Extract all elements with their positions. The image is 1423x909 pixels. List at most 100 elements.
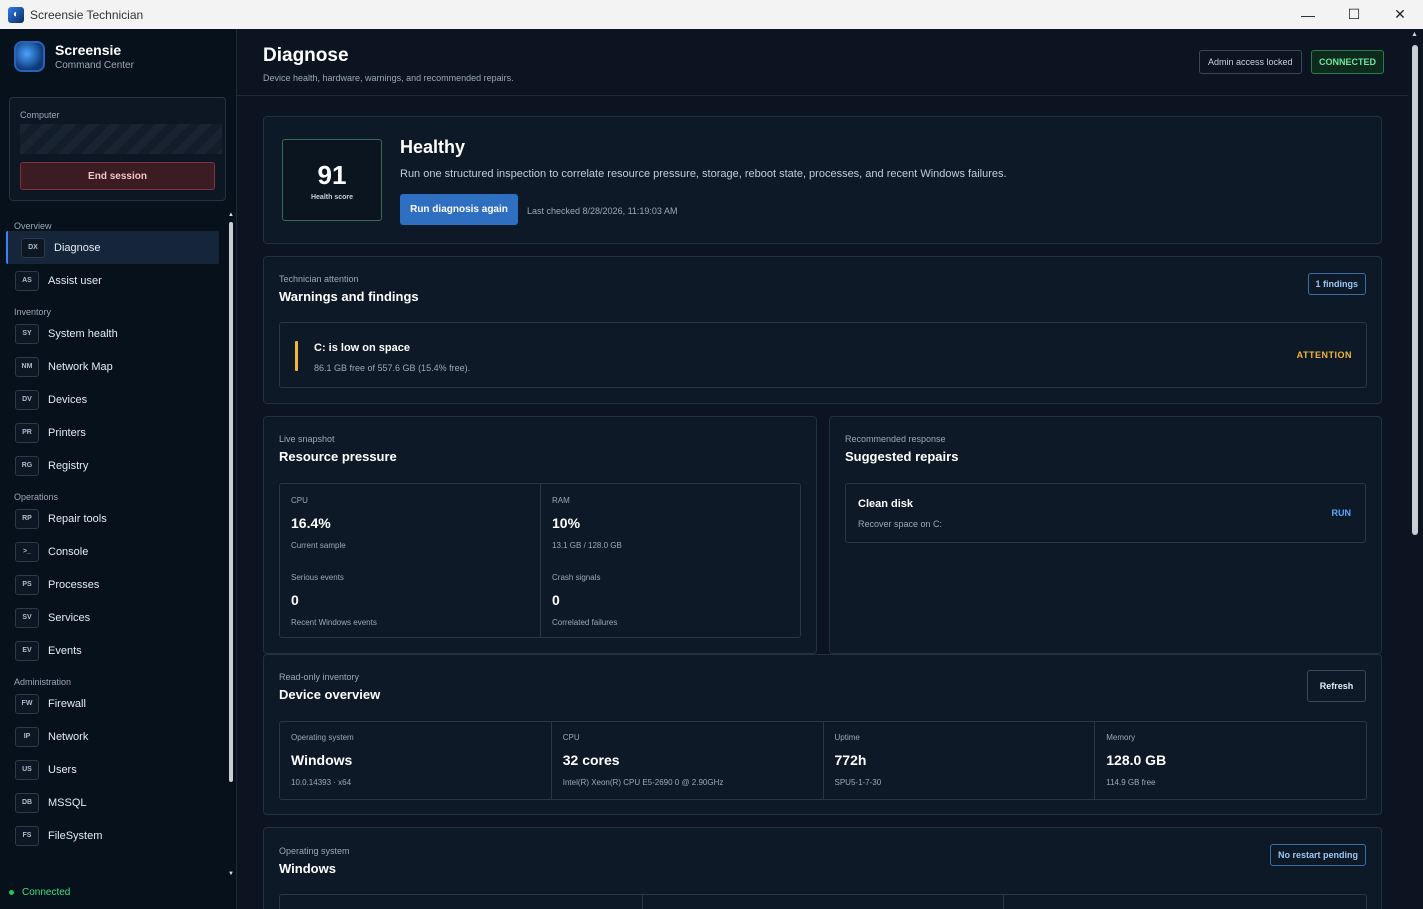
run-diagnosis-button[interactable]: Run diagnosis again [400,194,518,225]
suggested-repairs-card: Recommended response Suggested repairs C… [829,416,1382,654]
device-grid: Operating system Windows 10.0.14393 · x6… [279,721,1367,800]
sidebar-item-label: Processes [48,578,100,591]
sidebar-item-users[interactable]: US Users [0,753,219,786]
main-scroll-thumb[interactable] [1412,45,1418,535]
run-repair-button[interactable]: RUN [1332,508,1352,518]
sidebar-item-processes[interactable]: PS Processes [0,568,219,601]
sidebar-scroll-thumb[interactable] [229,222,233,782]
metric-label: Serious events [291,573,344,582]
sidebar-item-firewall[interactable]: FW Firewall [0,687,219,720]
grid-divider [1003,895,1004,909]
repair-tools-icon: RP [15,508,39,529]
sidebar-item-diagnose[interactable]: DX Diagnose [6,231,219,264]
sidebar-item-filesystem[interactable]: FS FileSystem [0,819,219,852]
network-map-icon: NM [15,356,39,377]
sidebar-item-label: Assist user [48,274,102,287]
sidebar-item-network-map[interactable]: NM Network Map [0,350,219,383]
resource-eyebrow: Live snapshot [279,434,335,444]
health-card: 91 Health score Healthy Run one structur… [263,116,1382,244]
metric-label: RAM [552,496,570,505]
sidebar-item-console[interactable]: >_ Console [0,535,219,568]
sidebar-item-mssql[interactable]: DB MSSQL [0,786,219,819]
nav-group-label: Administration [14,677,72,687]
sidebar-item-label: Repair tools [48,512,107,525]
scroll-up-icon[interactable]: ▲ [227,212,235,218]
cell-sub: 114.9 GB free [1106,778,1156,787]
page-title: Diagnose [263,45,349,66]
title-bar: ◐ Screensie Technician — ☐ ✕ [0,0,1423,29]
repair-title: Clean disk [858,498,914,510]
assist-user-icon: AS [15,270,39,291]
metric-value: 0 [552,592,560,608]
sidebar-item-label: Console [48,545,89,558]
sidebar-item-system-health[interactable]: SY System health [0,317,219,350]
sidebar-item-network[interactable]: IP Network [0,720,219,753]
warning-indicator-icon [295,341,298,371]
printers-icon: PR [15,422,39,443]
sidebar-item-services[interactable]: SV Services [0,601,219,634]
sidebar-item-events[interactable]: EV Events [0,634,219,667]
sidebar-scrollbar[interactable]: ▲ ▼ [227,212,235,877]
sidebar-item-registry[interactable]: RG Registry [0,449,219,482]
cpu-cell: CPU 32 cores Intel(R) Xeon(R) CPU E5-269… [552,722,824,799]
system-health-icon: SY [15,323,39,344]
connection-status: Connected [9,887,70,898]
brand-name: Screensie [55,42,122,58]
devices-icon: DV [15,389,39,410]
sidebar-item-printers[interactable]: PR Printers [0,416,219,449]
cell-sub: 10.0.14393 · x64 [291,778,352,787]
metric-value: 16.4% [291,515,331,531]
refresh-button[interactable]: Refresh [1307,670,1366,702]
cell-sub: Intel(R) Xeon(R) CPU E5-2690 0 @ 2.90GHz [562,778,724,787]
metric-value: 0 [291,592,299,608]
health-score-value: 91 [317,160,347,190]
sidebar-item-assist-user[interactable]: AS Assist user [0,264,219,297]
sidebar-item-devices[interactable]: DV Devices [0,383,219,416]
os-grid [279,894,1367,909]
metric-label: CPU [291,496,308,505]
page-subtitle: Device health, hardware, warnings, and r… [263,73,514,83]
minimize-icon[interactable]: — [1285,0,1331,29]
health-score-label: Health score [310,194,354,201]
repair-item: Clean disk Recover space on C: RUN [845,483,1366,543]
sidebar-item-label: Firewall [48,697,86,710]
registry-icon: RG [15,455,39,476]
uptime-cell: Uptime 772h SPU5-1-7-30 [824,722,1096,799]
sidebar-item-repair-tools[interactable]: RP Repair tools [0,502,219,535]
scroll-down-icon[interactable]: ▼ [227,871,235,877]
sidebar-item-label: System health [48,327,118,340]
cell-value: 772h [834,752,867,768]
brand-logo-icon [14,41,45,72]
computer-name-redacted [20,124,222,154]
sidebar-item-label: Network Map [48,360,113,373]
os-cell: Operating system Windows 10.0.14393 · x6… [280,722,552,799]
restart-status-badge: No restart pending [1269,844,1366,866]
header-divider [237,95,1408,96]
sidebar-item-label: Events [48,644,82,657]
cell-value: Windows [291,752,353,768]
app-icon: ◐ [8,6,24,23]
sidebar-item-label: MSSQL [48,796,87,809]
sidebar-item-label: Registry [48,459,89,472]
firewall-icon: FW [15,693,39,714]
main-scrollbar[interactable]: ▲ [1408,29,1423,909]
sidebar-item-label: FileSystem [48,829,103,842]
nav-group-label: Inventory [14,307,52,317]
metric-label: Crash signals [552,573,601,582]
nav-group-label: Operations [14,492,59,502]
brand: Screensie Command Center [14,41,134,72]
status-dot-icon [9,890,14,895]
mssql-icon: DB [15,792,39,813]
finding-item[interactable]: C: is low on space 86.1 GB free of 557.6… [279,322,1367,388]
maximize-icon[interactable]: ☐ [1331,0,1377,29]
resource-title: Resource pressure [279,449,397,464]
cell-sub: SPU5-1-7-30 [834,778,882,787]
scroll-up-icon[interactable]: ▲ [1411,31,1418,38]
connection-status-label: Connected [22,887,71,898]
sidebar-item-label: Network [48,730,89,743]
sidebar: Screensie Command Center Computer End se… [0,29,237,909]
end-session-button[interactable]: End session [20,162,215,190]
admin-access-badge[interactable]: Admin access locked [1199,50,1302,74]
filesystem-icon: FS [15,825,39,846]
close-icon[interactable]: ✕ [1377,0,1423,29]
